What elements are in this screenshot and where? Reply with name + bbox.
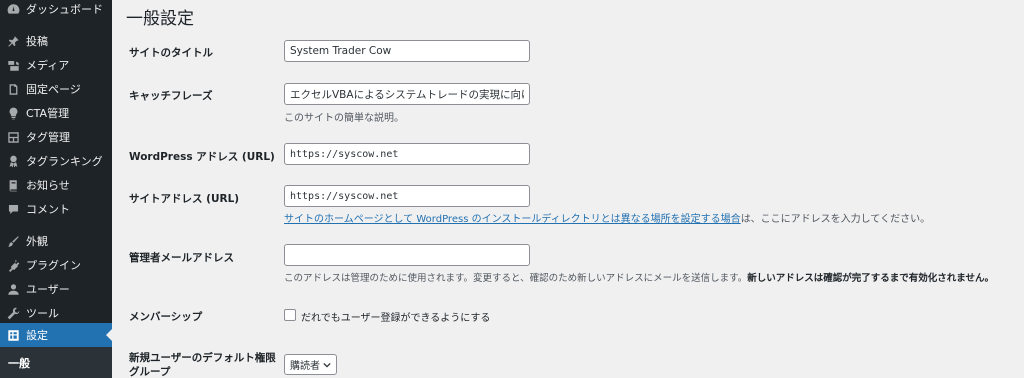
settings-icon [6,328,20,342]
media-icon [6,58,20,72]
sidebar-item-posts[interactable]: 投稿 [0,29,112,53]
sidebar-item-label: コメント [26,203,70,216]
sidebar-item-label: タグランキング [26,155,103,168]
admin-email-description-bold: 新しいアドレスは確認が完了するまで有効化されません。 [747,273,994,284]
layout-icon [6,130,20,144]
sidebar-item-tools[interactable]: ツール [0,301,112,325]
admin-email-label: 管理者メールアドレス [129,252,234,264]
user-icon [6,282,20,296]
chevron-down-icon [323,362,331,368]
sidebar-item-label: 設定 [26,329,48,342]
default-role-value: 購読者 [290,361,320,372]
page-title: 一般設定 [126,9,194,29]
book-icon [6,178,20,192]
submenu-item-general[interactable]: 一般 [8,355,30,371]
sidebar-item-news[interactable]: お知らせ [0,173,112,197]
site-address-input[interactable] [284,185,530,207]
admin-email-description: このアドレスは管理のために使用されます。変更すると、確認のため新しいアドレスにメ… [284,270,994,284]
sidebar-item-label: 外観 [26,235,48,248]
dashboard-icon [6,2,20,16]
sidebar-item-comments[interactable]: コメント [0,197,112,221]
sidebar-item-tag-ranking[interactable]: タグランキング [0,149,112,173]
comment-icon [6,202,20,216]
sidebar-item-label: メディア [26,59,70,72]
sidebar-item-users[interactable]: ユーザー [0,277,112,301]
site-title-label: サイトのタイトル [129,47,213,59]
sidebar-item-label: ツール [26,307,59,320]
sidebar-item-label: プラグイン [26,259,81,272]
sidebar-item-label: ダッシュボード [26,3,103,16]
plugin-icon [6,258,20,272]
membership-checkbox[interactable] [284,309,296,321]
default-role-label-line2: グループ [129,366,171,378]
admin-sidebar: ダッシュボード 投稿 メディア 固定ページ CTA管理 タグ管理 タグランキング… [0,0,112,378]
sidebar-item-settings[interactable]: 設定 [0,323,112,347]
sidebar-item-label: 固定ページ [26,83,81,96]
membership-checkbox-label[interactable]: だれでもユーザー登録ができるようにする [301,309,490,324]
sidebar-item-label: タグ管理 [26,131,70,144]
sidebar-item-plugins[interactable]: プラグイン [0,253,112,277]
pin-icon [6,34,20,48]
sidebar-item-appearance[interactable]: 外観 [0,229,112,253]
membership-label: メンバーシップ [129,311,203,323]
tagline-input[interactable] [284,83,530,105]
wp-address-input[interactable] [284,143,530,165]
admin-email-description-text: このアドレスは管理のために使用されます。変更すると、確認のため新しいアドレスにメ… [284,273,748,284]
site-address-description: サイトのホームページとして WordPress のインストールディレクトリとは異… [284,210,930,225]
tagline-label: キャッチフレーズ [129,90,213,102]
sidebar-item-tag-management[interactable]: タグ管理 [0,125,112,149]
default-role-label-line1: 新規ユーザーのデフォルト権限 [129,352,276,364]
wp-address-label: WordPress アドレス (URL) [129,151,275,163]
sidebar-item-pages[interactable]: 固定ページ [0,77,112,101]
default-role-label: 新規ユーザーのデフォルト権限 グループ [129,351,276,378]
site-address-description-rest: は、ここにアドレスを入力してください。 [740,214,931,225]
sidebar-item-cta[interactable]: CTA管理 [0,101,112,125]
default-role-select[interactable]: 購読者 [284,354,337,375]
sidebar-item-dashboard[interactable]: ダッシュボード [0,0,112,21]
tagline-description: このサイトの簡単な説明。 [284,113,404,124]
admin-email-input[interactable] [284,244,530,266]
award-icon [6,154,20,168]
sidebar-item-label: ユーザー [26,283,70,296]
sidebar-item-label: CTA管理 [26,107,70,120]
brush-icon [6,234,20,248]
sidebar-item-label: 投稿 [26,35,48,48]
lightbulb-icon [6,106,20,120]
site-address-help-link[interactable]: サイトのホームページとして WordPress のインストールディレクトリとは異… [284,214,741,225]
site-address-label: サイトアドレス (URL) [129,193,240,205]
page-icon [6,82,20,96]
wrench-icon [6,306,20,320]
site-title-input[interactable] [284,40,530,62]
settings-main: 一般設定 サイトのタイトル キャッチフレーズ このサイトの簡単な説明。 Word… [112,0,1024,378]
sidebar-item-label: お知らせ [26,179,70,192]
sidebar-item-media[interactable]: メディア [0,53,112,77]
